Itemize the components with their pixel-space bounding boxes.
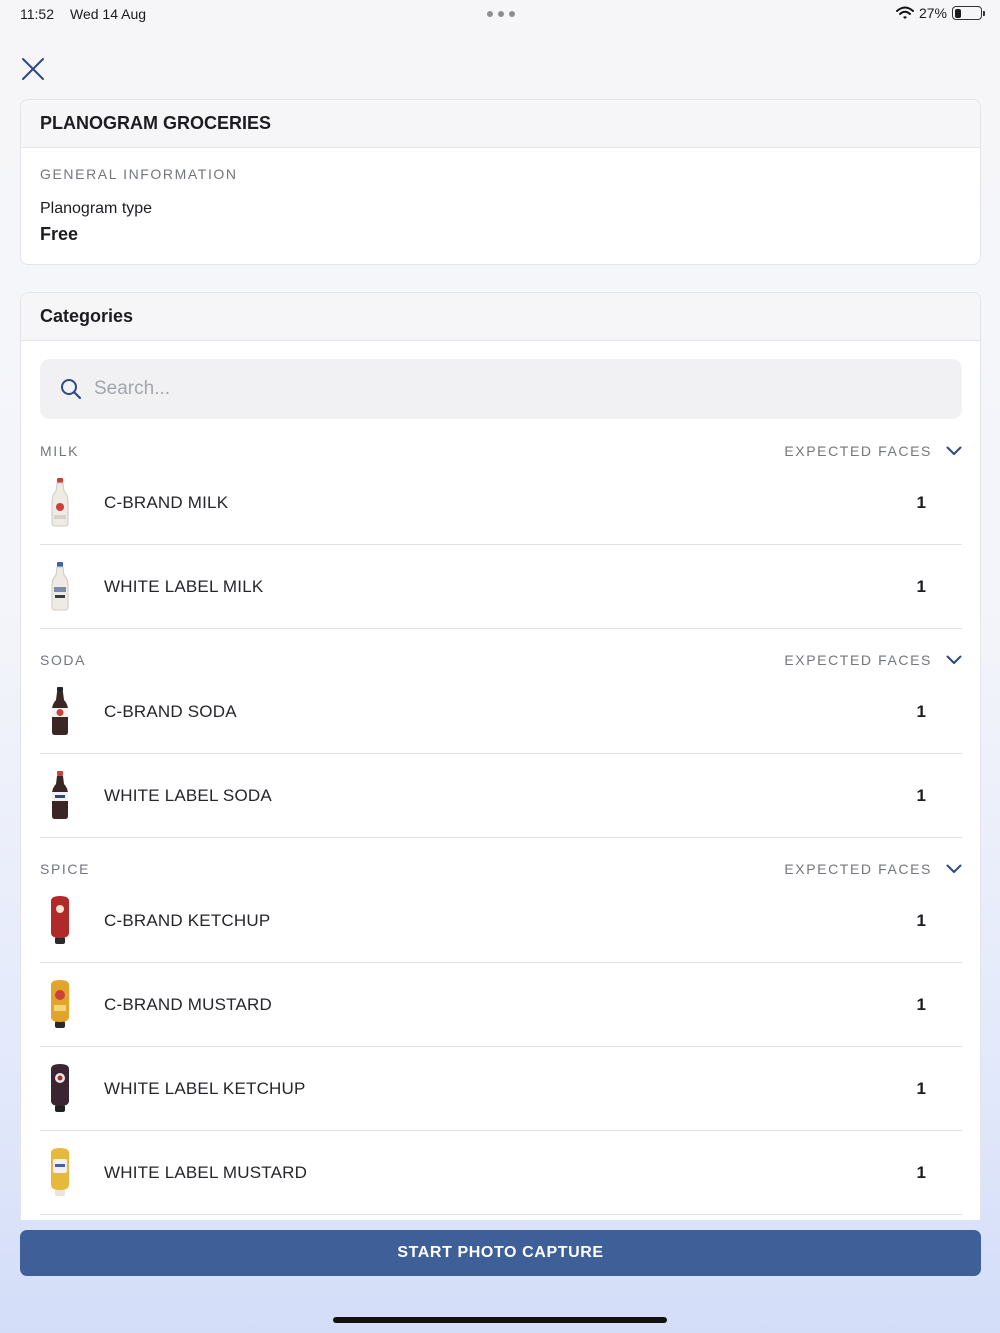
status-bar: 11:52 Wed 14 Aug 27% (0, 0, 1000, 28)
expected-faces-count: 1 (916, 576, 926, 596)
expected-faces-label: EXPECTED FACES (784, 861, 932, 877)
item-name: WHITE LABEL KETCHUP (104, 1078, 306, 1098)
soda-bottle-icon (42, 770, 78, 822)
list-item[interactable]: WHITE LABEL SODA 1 (40, 754, 962, 838)
mustard-bottle-icon (42, 1147, 78, 1199)
categories-title: Categories (21, 293, 980, 341)
category-group-milk: MILK EXPECTED FACES (40, 441, 962, 461)
mustard-bottle-icon (42, 979, 78, 1031)
expected-faces-label: EXPECTED FACES (784, 443, 932, 459)
chevron-down-icon (946, 864, 962, 873)
planogram-info-card: PLANOGRAM GROCERIES GENERAL INFORMATION … (20, 99, 981, 265)
ketchup-bottle-icon (42, 895, 78, 947)
search-icon (61, 379, 82, 400)
expected-faces-toggle[interactable]: EXPECTED FACES (784, 443, 962, 459)
home-indicator[interactable] (333, 1317, 667, 1323)
status-indicators: 27% (895, 5, 985, 21)
multitasking-dots-icon[interactable] (487, 11, 515, 17)
item-name: C-BRAND SODA (104, 701, 237, 721)
category-group-spice: SPICE EXPECTED FACES (40, 859, 962, 879)
list-item[interactable]: C-BRAND MUSTARD 1 (40, 963, 962, 1047)
ketchup-bottle-icon (42, 1063, 78, 1115)
expected-faces-count: 1 (916, 910, 926, 930)
expected-faces-count: 1 (916, 492, 926, 512)
item-name: WHITE LABEL MUSTARD (104, 1162, 308, 1182)
close-button[interactable] (20, 56, 46, 82)
category-name: SPICE (40, 861, 91, 877)
categories-card: Categories MILK EXPECTED FACES C-BRAND M… (20, 292, 981, 1220)
list-item[interactable]: C-BRAND MILK 1 (40, 461, 962, 545)
status-date: Wed 14 Aug (70, 6, 147, 22)
status-time: 11:52 (20, 6, 54, 22)
expected-faces-toggle[interactable]: EXPECTED FACES (784, 652, 962, 668)
expected-faces-toggle[interactable]: EXPECTED FACES (784, 861, 962, 877)
item-name: WHITE LABEL SODA (104, 785, 272, 805)
category-name: MILK (40, 443, 80, 459)
expected-faces-count: 1 (916, 1078, 926, 1098)
page-title: PLANOGRAM GROCERIES (21, 100, 980, 148)
category-name: SODA (40, 652, 87, 668)
start-photo-capture-button[interactable]: START PHOTO CAPTURE (20, 1230, 981, 1276)
category-group-soda: SODA EXPECTED FACES (40, 650, 962, 670)
expected-faces-count: 1 (916, 785, 926, 805)
close-icon (22, 58, 44, 80)
chevron-down-icon (946, 446, 962, 455)
milk-bottle-icon (42, 561, 78, 613)
planogram-type-value: Free (40, 224, 79, 244)
milk-bottle-icon (42, 477, 78, 529)
expected-faces-label: EXPECTED FACES (784, 652, 932, 668)
item-name: WHITE LABEL MILK (104, 576, 264, 596)
general-information-label: GENERAL INFORMATION (40, 166, 238, 182)
expected-faces-count: 1 (916, 994, 926, 1014)
expected-faces-count: 1 (916, 701, 926, 721)
search-field[interactable] (40, 359, 962, 419)
soda-bottle-icon (42, 686, 78, 738)
planogram-type-label: Planogram type (40, 200, 153, 217)
list-item[interactable]: WHITE LABEL MUSTARD 1 (40, 1131, 962, 1215)
search-input[interactable] (94, 378, 894, 400)
item-name: C-BRAND MILK (104, 492, 229, 512)
list-item[interactable]: WHITE LABEL KETCHUP 1 (40, 1047, 962, 1131)
list-item[interactable]: WHITE LABEL MILK 1 (40, 545, 962, 629)
expected-faces-count: 1 (916, 1162, 926, 1182)
battery-icon (952, 6, 985, 20)
list-item[interactable]: C-BRAND SODA 1 (40, 670, 962, 754)
chevron-down-icon (946, 655, 962, 664)
list-item[interactable]: C-BRAND KETCHUP 1 (40, 879, 962, 963)
wifi-icon (895, 6, 914, 19)
battery-percent: 27% (918, 5, 947, 21)
item-name: C-BRAND KETCHUP (104, 910, 271, 930)
item-name: C-BRAND MUSTARD (104, 994, 272, 1014)
